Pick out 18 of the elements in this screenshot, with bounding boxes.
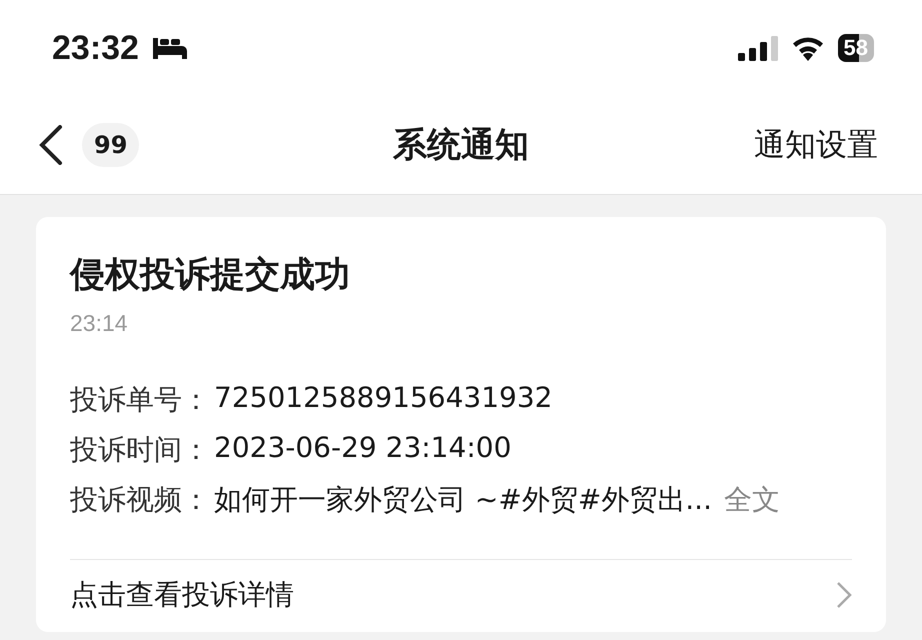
chevron-right-icon xyxy=(836,581,852,609)
field-label: 投诉视频： xyxy=(70,482,210,518)
signal-icon xyxy=(738,35,778,61)
back-icon[interactable] xyxy=(38,125,64,165)
unread-badge: 99 xyxy=(82,123,140,167)
page-title: 系统通知 xyxy=(393,124,529,167)
field-label: 投诉单号： xyxy=(70,382,210,418)
card-title: 侵权投诉提交成功 xyxy=(70,254,351,297)
field-label: 投诉时间： xyxy=(70,432,210,468)
field-value: 7250125889156431932 xyxy=(214,381,552,416)
card-time: 23:14 xyxy=(70,310,129,337)
details-link[interactable]: 点击查看投诉详情 xyxy=(70,576,294,614)
bed-icon xyxy=(150,36,189,60)
status-time: 23:32 xyxy=(52,28,139,68)
field-value: 如何开一家外贸公司 ~#外贸#外贸出... xyxy=(214,482,712,518)
settings-link[interactable]: 通知设置 xyxy=(754,124,878,166)
expand-link[interactable]: 全文 xyxy=(724,481,780,519)
field-value: 2023-06-29 23:14:00 xyxy=(214,431,512,466)
